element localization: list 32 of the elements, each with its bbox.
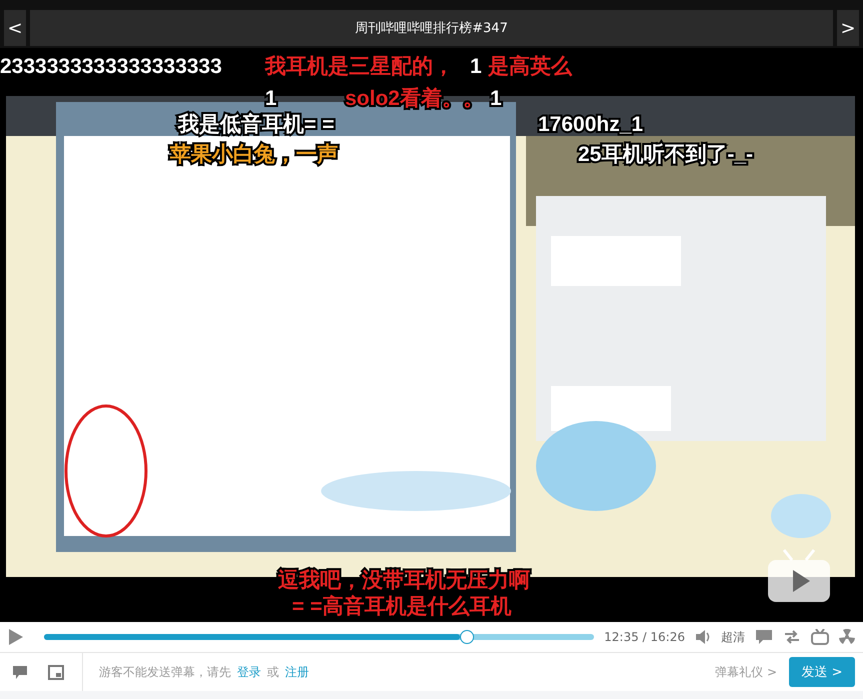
window-icon[interactable] xyxy=(48,664,64,680)
radiation-icon[interactable] xyxy=(839,629,855,645)
loop-icon[interactable] xyxy=(783,629,801,645)
time-display: 12:35 / 16:26 xyxy=(604,630,685,644)
danmaku-comment: 1 xyxy=(470,54,482,80)
danmaku-comment: 1 xyxy=(265,86,277,112)
danmaku-comment: = =高音耳机是什么耳机 xyxy=(292,594,512,620)
login-notice: 游客不能发送弹幕，请先 xyxy=(98,664,231,680)
danmaku-comment: 1 xyxy=(490,86,502,112)
play-icon[interactable] xyxy=(766,548,832,604)
register-link[interactable]: 注册 xyxy=(285,664,309,680)
danmaku-icon[interactable] xyxy=(755,629,773,645)
or-text: 或 xyxy=(267,664,279,680)
previous-button[interactable]: < xyxy=(4,10,26,46)
login-link[interactable]: 登录 xyxy=(237,664,261,680)
danmaku-comment: 我耳机是三星配的， xyxy=(265,54,454,80)
progress-handle[interactable] xyxy=(460,630,474,644)
etiquette-link[interactable]: 弹幕礼仪 > xyxy=(715,664,777,680)
quality-button[interactable]: 超清 xyxy=(721,628,745,646)
danmaku-comment: 17600hz_1 xyxy=(538,112,644,138)
volume-icon[interactable] xyxy=(695,630,711,644)
danmaku-comment: 是高英么 xyxy=(488,54,572,80)
video-title: 周刊哔哩哔哩排行榜#347 xyxy=(30,10,833,46)
danmaku-comment: 我是低音耳机= = xyxy=(178,112,334,138)
tv-icon[interactable] xyxy=(811,629,829,645)
danmaku-comment: 25耳机听不到了-_- xyxy=(578,142,754,168)
comment-icon[interactable] xyxy=(12,664,28,680)
danmaku-comment: 2333333333333333333 xyxy=(0,54,222,80)
send-button[interactable]: 发送 > xyxy=(789,657,855,687)
danmaku-comment: 苹果小白兔，一声 xyxy=(170,142,338,168)
danmaku-comment: solo2看着。。 xyxy=(345,86,484,112)
next-button[interactable]: > xyxy=(837,10,859,46)
